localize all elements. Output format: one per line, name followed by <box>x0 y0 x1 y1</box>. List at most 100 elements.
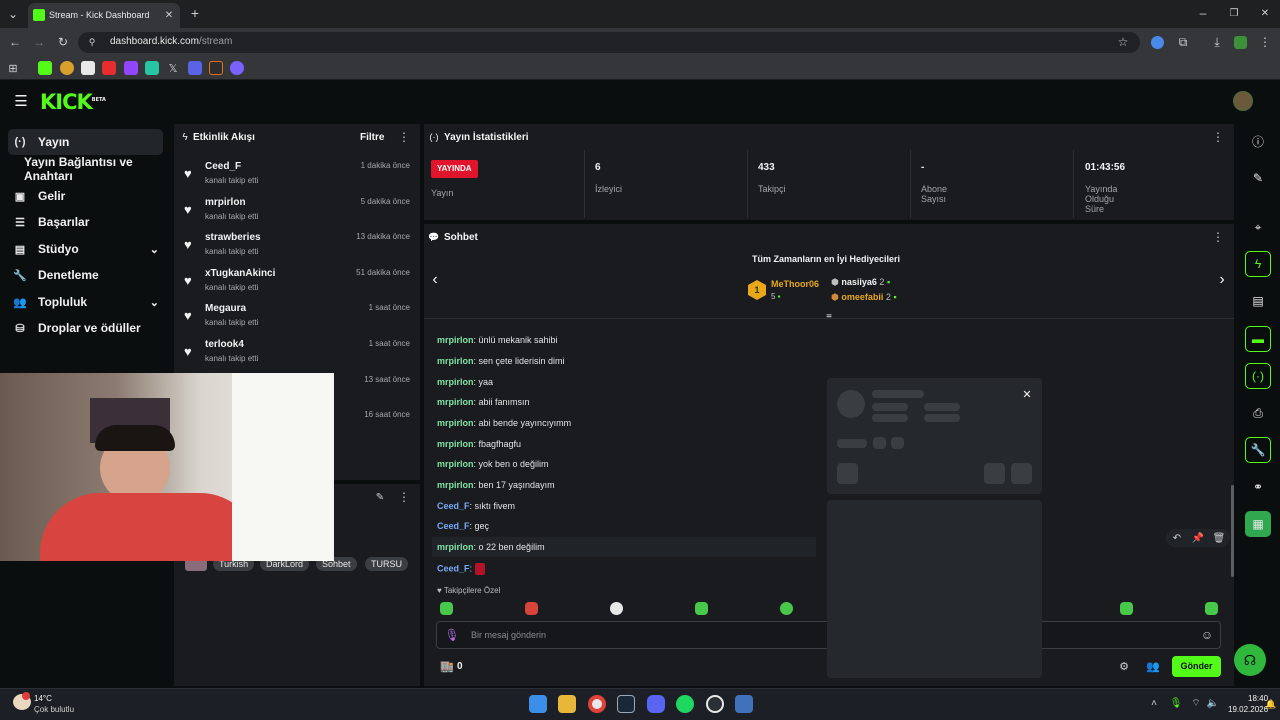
emote-icon[interactable] <box>440 602 453 615</box>
steam-icon[interactable] <box>617 695 635 713</box>
url-bar[interactable]: ⚲ dashboard.kick.com/stream ☆ <box>78 32 1140 53</box>
filter-button[interactable]: Filtre <box>360 132 384 143</box>
discord-icon[interactable] <box>647 695 665 713</box>
browser-menu-icon[interactable]: ⋮ <box>1258 35 1272 49</box>
tab-search-icon[interactable]: ⌄ <box>6 7 20 21</box>
emote-icon[interactable] <box>1205 602 1218 615</box>
menu-icon[interactable]: ☰ <box>13 93 29 110</box>
send-button[interactable]: Gönder <box>1172 656 1221 677</box>
wifi-icon[interactable]: ⌔ <box>1190 696 1202 710</box>
chevron-down-icon: ⌄ <box>149 296 159 309</box>
close-window-icon[interactable]: ✕ <box>1258 6 1272 20</box>
reload-icon[interactable]: ↻ <box>56 35 70 49</box>
chat-message: Ceed_F: sıktı fivem <box>437 501 516 511</box>
bookmark-icon[interactable] <box>60 61 74 75</box>
sidebar-item-topluluk[interactable]: 👥 Topluluk ⌄ <box>8 289 163 315</box>
delete-icon[interactable]: 🗑 <box>1212 531 1226 545</box>
extension-icon[interactable] <box>1151 36 1164 49</box>
more-options-icon[interactable]: ⋮ <box>1212 130 1224 144</box>
gifter-entry[interactable]: ⬢ omeefabii 2 ▪ <box>831 292 897 303</box>
user-avatar[interactable] <box>1233 91 1253 111</box>
bookmark-icon[interactable] <box>230 61 244 75</box>
bookmark-icon[interactable] <box>188 61 202 75</box>
chrome-icon[interactable] <box>588 695 606 713</box>
document-icon[interactable]: ▤ <box>1245 288 1271 314</box>
gifter-badge-icon: ⬢ <box>831 292 839 302</box>
chevron-left-icon[interactable]: ‹ <box>428 271 442 288</box>
bookmark-kick-icon[interactable] <box>38 61 52 75</box>
info-icon[interactable]: ⓘ <box>1245 128 1271 154</box>
collapse-filter-icon[interactable]: ≡ <box>822 311 836 323</box>
printer-icon[interactable]: ⎙ <box>1245 400 1271 426</box>
kick-logo[interactable]: KICKBETA <box>40 90 106 114</box>
chevron-right-icon[interactable]: › <box>1215 271 1229 288</box>
more-options-icon[interactable]: ⋮ <box>1212 230 1224 244</box>
sidebar-item-denetleme[interactable]: 🔧 Denetleme <box>8 262 163 288</box>
emote-icon[interactable] <box>780 602 793 615</box>
skeleton-button <box>984 463 1005 484</box>
support-headset-icon[interactable]: ☊ <box>1234 644 1266 676</box>
bookmark-icon[interactable] <box>209 61 223 75</box>
forward-icon[interactable]: → <box>32 35 46 49</box>
emote-icon[interactable] <box>610 602 623 615</box>
browser-tab[interactable]: Stream - Kick Dashboard ✕ <box>28 3 180 28</box>
bookmark-twitch-icon[interactable] <box>124 61 138 75</box>
lightning-icon[interactable]: ϟ <box>1245 251 1271 277</box>
more-options-icon[interactable]: ⋮ <box>398 490 410 504</box>
settings-gear-icon[interactable]: ⚙ <box>1117 659 1131 673</box>
extensions-puzzle-icon[interactable]: ⧉ <box>1176 35 1190 49</box>
emote-icon[interactable] <box>1120 602 1133 615</box>
microphone-icon[interactable]: 🎙 <box>444 628 459 642</box>
app-icon[interactable] <box>706 695 724 713</box>
emote-icon[interactable] <box>695 602 708 615</box>
back-icon[interactable]: ← <box>8 35 22 49</box>
chevron-up-icon[interactable]: ˄ <box>1148 696 1160 710</box>
sidebar-item-droplar[interactable]: ⛁ Droplar ve ödüller <box>8 315 163 341</box>
emote-icon[interactable] <box>525 602 538 615</box>
app-icon[interactable] <box>735 695 753 713</box>
more-options-icon[interactable]: ⋮ <box>398 130 410 144</box>
stream-tag[interactable]: TURSU <box>365 557 408 571</box>
clip-icon[interactable]: ⌖ <box>1245 214 1271 240</box>
sidebar-item-basarilar[interactable]: ☰ Başarılar <box>8 209 163 235</box>
edit-pencil-icon[interactable]: ✎ <box>1245 165 1271 191</box>
pin-icon[interactable]: 📌 <box>1191 531 1205 545</box>
microphone-icon[interactable]: 🎙 <box>1170 696 1183 710</box>
bookmark-icon[interactable] <box>81 61 95 75</box>
restore-icon[interactable]: ❐ <box>1227 6 1241 20</box>
apps-grid-icon[interactable]: ⊞ <box>6 61 20 75</box>
sidebar-item-yayin[interactable]: (·) Yayın <box>8 129 163 155</box>
windows-start-icon[interactable] <box>529 695 547 713</box>
broadcast-icon[interactable]: (·) <box>1245 363 1271 389</box>
sidebar-item-gelir[interactable]: ▣ Gelir <box>8 183 163 209</box>
share-icon[interactable]: ⚭ <box>1245 474 1271 500</box>
scrollbar[interactable] <box>1231 485 1234 577</box>
profile-extension-icon[interactable] <box>1234 36 1247 49</box>
new-tab-icon[interactable]: + <box>188 5 202 21</box>
wrench-icon[interactable]: 🔧 <box>1245 437 1271 463</box>
bookmark-icon[interactable] <box>145 61 159 75</box>
download-icon[interactable]: ⤓ <box>1210 35 1224 49</box>
notifications-bell-icon[interactable]: 🔔 <box>1265 698 1276 710</box>
app-icon[interactable]: ▦ <box>1245 511 1271 537</box>
sidebar-item-studyo[interactable]: ▤ Stüdyo ⌄ <box>8 236 163 262</box>
close-tab-icon[interactable]: ✕ <box>162 8 176 22</box>
volume-icon[interactable]: 🔈 <box>1207 696 1219 710</box>
top-gifter-name[interactable]: MeThoor06 <box>771 279 819 289</box>
file-explorer-icon[interactable] <box>558 695 576 713</box>
close-icon[interactable]: ✕ <box>1020 387 1034 401</box>
bookmark-star-icon[interactable]: ☆ <box>1116 35 1130 49</box>
store-icon[interactable]: 🏬 <box>440 659 454 673</box>
reply-icon[interactable]: ↶ <box>1170 531 1184 545</box>
spotify-icon[interactable] <box>676 695 694 713</box>
gifter-entry[interactable]: ⬢ nasiiya6 2 ▪ <box>831 277 890 288</box>
sidebar-item-stream-key[interactable]: Yayın Bağlantısı ve Anahtarı <box>8 155 171 183</box>
site-info-icon[interactable]: ⚲ <box>86 36 98 48</box>
emoji-icon[interactable]: ☺ <box>1200 628 1214 642</box>
bookmark-x-icon[interactable]: 𝕏 <box>166 61 180 75</box>
bookmark-youtube-icon[interactable] <box>102 61 116 75</box>
people-icon[interactable]: 👥 <box>1146 659 1160 673</box>
minimize-icon[interactable]: – <box>1196 6 1210 20</box>
edit-pencil-icon[interactable]: ✎ <box>374 490 386 504</box>
chat-bubble-icon[interactable]: ▬ <box>1245 326 1271 352</box>
